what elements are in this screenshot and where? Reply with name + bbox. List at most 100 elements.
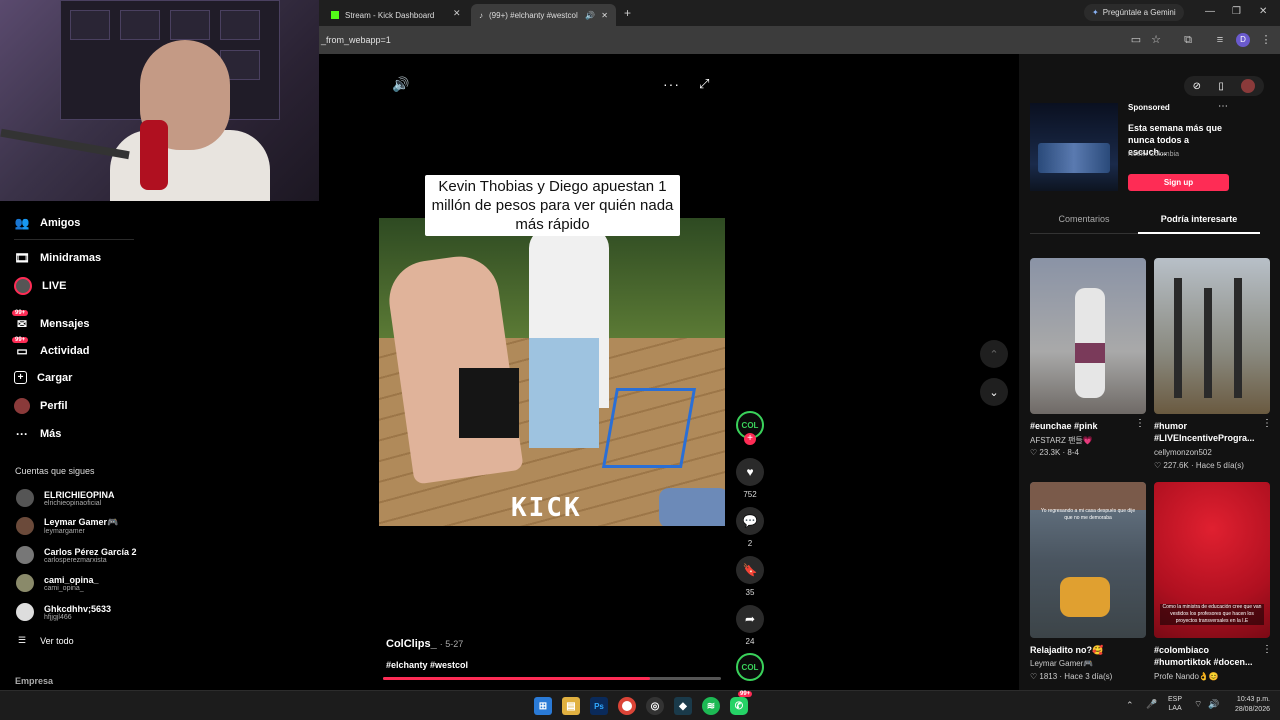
video-overlay-title: Kevin Thobias y Diego apuestan 1 millón … [425,175,680,236]
sound-avatar[interactable]: COL [736,653,764,681]
file-explorer-icon[interactable]: ▤ [562,697,580,715]
gemini-button[interactable]: ✦ Pregúntale a Gemini [1084,4,1184,21]
following-username: leymargamer [44,528,85,535]
mic-icon[interactable]: 🎤 [1146,699,1157,710]
video-author[interactable]: ColClips_ [386,638,437,650]
card-user[interactable]: Profe Nando👌😊 [1154,672,1219,681]
card-title[interactable]: Relajadito no?🥰 [1030,644,1140,656]
previous-video-button[interactable]: ⌃ [980,340,1008,368]
tab-label: Stream - Kick Dashboard [345,10,435,20]
tab-comentarios[interactable]: Comentarios [1030,214,1138,224]
sidebar-item-label: Minidramas [40,252,102,264]
sidebar-item-cargar[interactable]: + Cargar [14,371,72,384]
card-options-icon[interactable]: ⋮ [1262,644,1272,655]
tab-podria-interesarte[interactable]: Podría interesarte [1138,214,1260,224]
cast-icon[interactable]: ▭ [1129,33,1143,47]
video-hashtags[interactable]: #elchanty #westcol [386,660,468,670]
compass-icon[interactable]: ⊘ [1193,81,1201,92]
sidebar-item-label: Actividad [40,345,90,357]
messages-badge: 99+ [12,310,29,316]
card-title[interactable]: #eunchae #pink [1030,420,1140,432]
following-item[interactable]: cami_opina_ cami_opina_ [16,574,99,592]
following-item[interactable]: Carlos Pérez García 2 carlosperezmarxista [16,546,137,564]
obs-icon[interactable]: ◎ [646,697,664,715]
like-button[interactable]: ♥ 752 [736,458,764,499]
app-icon[interactable]: ◆ [674,697,692,715]
extensions-icon[interactable]: ⧉ [1181,33,1195,47]
card-user[interactable]: Leymar Gamer🎮 [1030,659,1093,668]
recommended-video-card[interactable]: Yo regresando a mi casa después que dije… [1030,482,1146,638]
spotify-icon[interactable]: ≋ [702,697,720,715]
share-button[interactable]: ➦ 24 [736,605,764,646]
avatar [16,574,34,592]
close-window-icon[interactable]: ✕ [1259,6,1267,17]
next-video-button[interactable]: ⌄ [980,378,1008,406]
sidebar-item-mensajes[interactable]: ✉ 99+ Mensajes [12,310,90,332]
tab-label: (99+) #elchanty #westcol | [489,10,580,20]
author-avatar[interactable]: COL + [736,411,764,445]
following-item[interactable]: Leymar Gamer🎮 leymargamer [16,517,118,535]
comment-button[interactable]: 💬 2 [736,507,764,548]
close-tab-icon[interactable]: ✕ [453,8,461,19]
follow-plus-icon[interactable]: + [744,433,756,445]
maximize-icon[interactable]: ❐ [1232,6,1241,17]
sidebar-item-amigos[interactable]: 👥 Amigos [14,215,81,231]
sidebar-item-label: Cargar [37,371,73,384]
sidebar-item-live[interactable]: LIVE [14,277,66,295]
signup-button[interactable]: Sign up [1128,174,1229,191]
card-title[interactable]: #colombiaco #humortiktok #docen... [1154,644,1264,668]
recommended-video-card[interactable] [1030,258,1146,414]
save-button[interactable]: 🔖 35 [736,556,764,597]
clock[interactable]: 10:43 p.m. 28/08/2026 [1226,695,1270,715]
clock-date: 28/08/2026 [1234,706,1270,713]
address-bar[interactable]: _from_webapp=1 [319,30,1119,50]
new-tab-icon[interactable]: + [624,6,631,20]
sponsored-thumbnail[interactable] [1030,103,1118,191]
menu-kebab-icon[interactable]: ⋮ [1259,33,1273,47]
sidebar-item-minidramas[interactable]: 🎞 Minidramas [14,250,101,266]
language-indicator[interactable]: ESP LAA [1168,695,1182,713]
photoshop-icon[interactable]: Ps [590,697,608,715]
card-title[interactable]: #humor #LIVEIncentiveProgra... [1154,420,1264,444]
card-options-icon[interactable]: ⋮ [1262,418,1272,429]
whatsapp-icon[interactable]: ✆ 99+ [730,691,753,715]
wifi-icon[interactable]: ⌔ [1194,699,1202,710]
see-all-link[interactable]: ☰ Ver todo [18,635,74,646]
tab-kick-dashboard[interactable]: Stream - Kick Dashboard [323,4,473,26]
recommended-video-card[interactable]: Como la ministra de educación cree que v… [1154,482,1270,638]
company-link[interactable]: Empresa [15,676,53,686]
volume-tray-icon[interactable]: 🔊 [1208,699,1219,710]
following-item[interactable]: ELRICHIEOPINA elrichieopinaoficial [16,489,115,507]
profile-avatar[interactable]: D [1236,33,1250,47]
card-options-icon[interactable]: ⋮ [1135,418,1145,429]
phone-icon[interactable]: ▯ [1218,81,1224,92]
recommended-video-card[interactable] [1154,258,1270,414]
card-user[interactable]: AFSTARZ 팬들💗 [1030,435,1093,446]
lang-layout: LAA [1168,705,1182,712]
fullscreen-icon[interactable]: ⤢ [699,76,709,92]
chrome-icon[interactable] [618,697,636,715]
ad-options-icon[interactable]: ⋯ [1218,101,1228,112]
sidebar-item-actividad[interactable]: ▭ 99+ Actividad [12,337,90,359]
sponsored-brand[interactable]: Netflix Colombia [1128,151,1179,158]
sidebar-item-perfil[interactable]: Perfil [14,398,68,414]
following-item[interactable]: Ghkcdhhv;5633 hfjjgjl466 [16,603,111,621]
more-options-icon[interactable]: ··· [663,76,680,92]
signup-label: Sign up [1163,178,1194,187]
video-player[interactable]: KICK [379,218,725,526]
volume-icon[interactable]: 🔊 [392,76,409,93]
tab-tiktok[interactable]: ♪ (99+) #elchanty #westcol | 🔊 ✕ [471,4,616,26]
windows-start-icon[interactable]: ⊞ [534,697,552,715]
sidebar-item-mas[interactable]: ··· Más [14,426,61,442]
minimize-icon[interactable]: — [1205,6,1215,17]
heart-icon: ♥ [736,458,764,486]
video-progress-bar[interactable] [383,677,721,680]
avatar[interactable] [1241,79,1256,93]
gemini-label: Pregúntale a Gemini [1102,8,1176,17]
bookmark-star-icon[interactable]: ☆ [1149,33,1163,47]
media-icon[interactable]: ≡ [1213,33,1227,47]
speaker-icon[interactable]: 🔊 [585,11,595,20]
card-user[interactable]: cellymonzon502 [1154,448,1212,457]
close-tab-icon[interactable]: ✕ [601,11,608,20]
tray-chevron-icon[interactable]: ⌃ [1126,700,1134,711]
